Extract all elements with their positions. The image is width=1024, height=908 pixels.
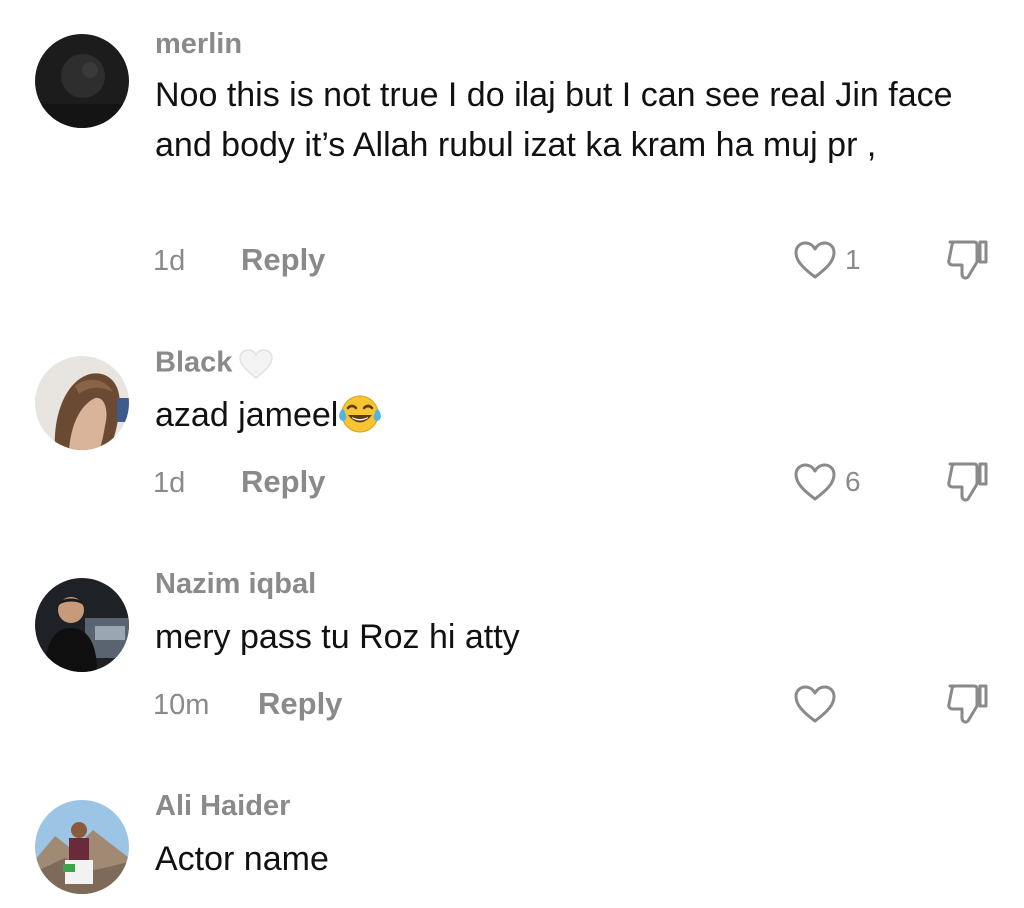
- comment-text-body: azad jameel: [155, 396, 339, 434]
- comment-timestamp: 1d: [153, 245, 186, 277]
- comment-text: mery pass tu Roz hi atty: [155, 618, 520, 656]
- comment-item: Ali Haider Actor name: [0, 784, 1024, 908]
- like-count: 6: [845, 466, 861, 497]
- comment-text: Actor name: [155, 840, 329, 878]
- comment-username[interactable]: Nazim iqbal: [155, 570, 316, 599]
- comment-item: Nazim iqbal mery pass tu Roz hi atty 10m…: [0, 562, 1024, 742]
- heart-icon: [794, 685, 836, 723]
- heart-icon: [794, 463, 836, 501]
- reply-button[interactable]: Reply: [258, 688, 342, 719]
- like-button[interactable]: [793, 682, 845, 726]
- avatar[interactable]: [35, 800, 129, 894]
- like-count: 1: [845, 244, 861, 275]
- tears-of-joy-emoji: [339, 395, 382, 433]
- comment-item: merlin Noo this is not true I do ilaj bu…: [0, 0, 1024, 300]
- heart-icon: [794, 241, 836, 279]
- comment-text: azad jameel: [155, 390, 975, 440]
- thumbs-down-icon: [947, 462, 988, 502]
- avatar[interactable]: [35, 356, 129, 450]
- comment-timestamp: 10m: [153, 689, 210, 721]
- comment-username[interactable]: merlin: [155, 30, 242, 59]
- dislike-button[interactable]: [944, 458, 992, 506]
- comment-username[interactable]: Ali Haider: [155, 792, 290, 821]
- username-text: Black: [155, 346, 233, 379]
- white-heart-icon: [239, 349, 274, 379]
- thumbs-down-icon: [947, 684, 988, 724]
- comment-item: Black azad jameel 1d Reply 6: [0, 340, 1024, 520]
- dislike-button[interactable]: [944, 236, 992, 284]
- dislike-button[interactable]: [944, 680, 992, 728]
- like-button[interactable]: 1: [793, 238, 861, 282]
- reply-button[interactable]: Reply: [241, 466, 325, 497]
- thumbs-down-icon: [947, 240, 988, 280]
- comment-username[interactable]: Black: [155, 348, 274, 380]
- avatar[interactable]: [35, 34, 129, 128]
- like-button[interactable]: 6: [793, 460, 861, 504]
- comment-timestamp: 1d: [153, 467, 186, 499]
- avatar[interactable]: [35, 578, 129, 672]
- reply-button[interactable]: Reply: [241, 244, 325, 275]
- comment-text: Noo this is not true I do ilaj but I can…: [155, 76, 953, 164]
